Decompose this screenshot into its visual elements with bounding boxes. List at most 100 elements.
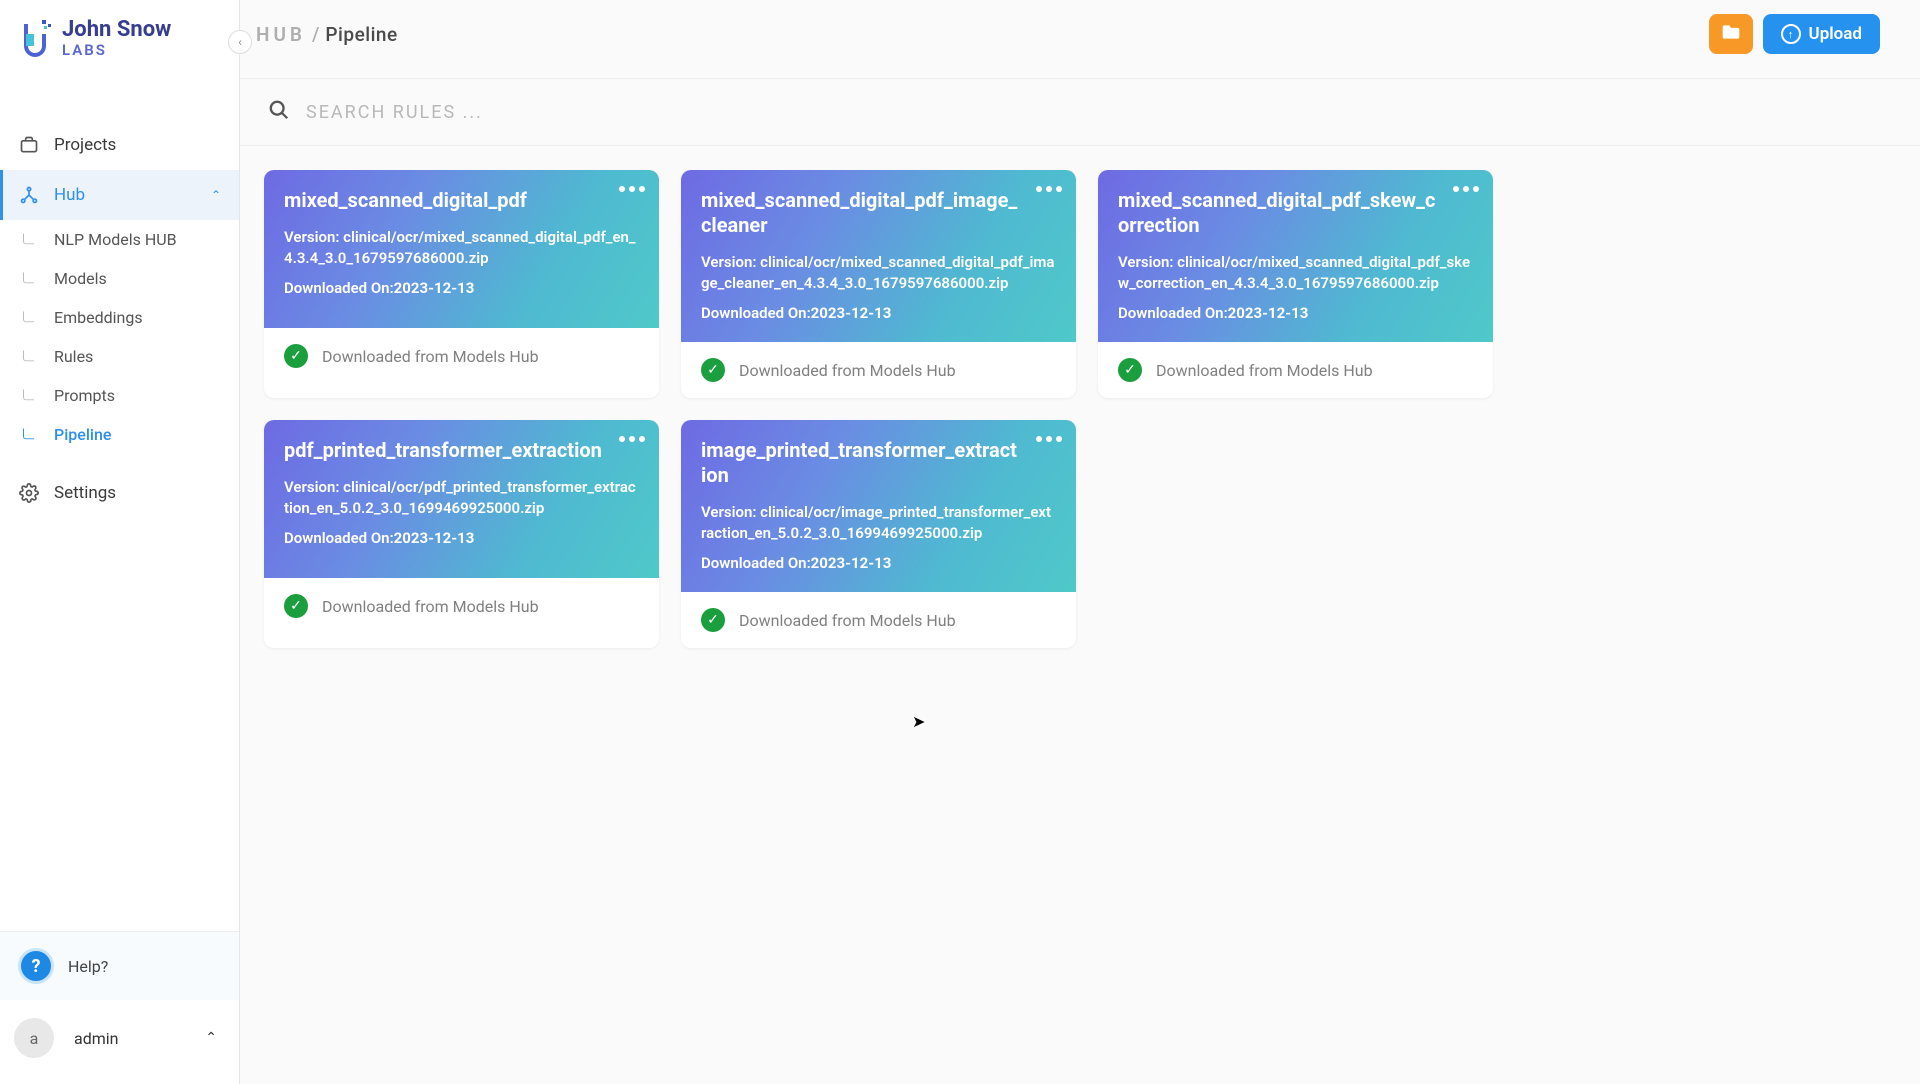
- card-downloaded-on: Downloaded On:2023-12-13: [1118, 304, 1473, 322]
- card-menu-button[interactable]: [1036, 436, 1062, 442]
- network-icon: [18, 184, 40, 206]
- help-label: Help?: [68, 957, 108, 976]
- card-status: Downloaded from Models Hub: [322, 347, 539, 366]
- card-version: Version: clinical/ocr/mixed_scanned_digi…: [701, 252, 1056, 294]
- card-version: Version: clinical/ocr/mixed_scanned_digi…: [1118, 252, 1473, 294]
- sidebar: John Snow LABS Projects Hub ⌃ NLP Models…: [0, 0, 240, 1084]
- sidebar-item-pipeline[interactable]: Pipeline: [24, 415, 239, 454]
- card-footer: ✓ Downloaded from Models Hub: [1098, 342, 1493, 398]
- user-menu[interactable]: a admin ⌃: [0, 1000, 239, 1084]
- card-status: Downloaded from Models Hub: [739, 611, 956, 630]
- search-icon: [268, 99, 290, 125]
- pipeline-card[interactable]: mixed_scanned_digital_pdf Version: clini…: [264, 170, 659, 398]
- top-actions: ↑ Upload: [1709, 14, 1880, 54]
- upload-icon: ↑: [1781, 24, 1801, 44]
- folder-button[interactable]: [1709, 14, 1753, 54]
- main: HUB / Pipeline ↑ Upload mixed_scanned_di…: [240, 0, 1920, 1084]
- brand-icon: [18, 18, 52, 60]
- sidebar-item-prompts[interactable]: Prompts: [24, 376, 239, 415]
- sidebar-item-nlp-models-hub[interactable]: NLP Models HUB: [24, 220, 239, 259]
- card-footer: ✓ Downloaded from Models Hub: [681, 342, 1076, 398]
- card-version: Version: clinical/ocr/image_printed_tran…: [701, 502, 1056, 544]
- card-downloaded-on: Downloaded On:2023-12-13: [284, 529, 639, 547]
- card-status: Downloaded from Models Hub: [322, 597, 539, 616]
- collapse-sidebar-button[interactable]: ‹: [228, 30, 252, 54]
- chevron-up-icon: ⌃: [211, 188, 221, 202]
- avatar: a: [14, 1018, 54, 1058]
- card-version: Version: clinical/ocr/mixed_scanned_digi…: [284, 227, 639, 269]
- card-status: Downloaded from Models Hub: [1156, 361, 1373, 380]
- card-menu-button[interactable]: [1453, 186, 1479, 192]
- card-title: mixed_scanned_digital_pdf: [284, 188, 639, 213]
- nav-list: Projects Hub ⌃: [0, 80, 239, 220]
- card-title: pdf_printed_transformer_extraction: [284, 438, 639, 463]
- gear-icon: [18, 482, 40, 504]
- check-icon: ✓: [701, 608, 725, 632]
- folder-icon: [1721, 23, 1741, 45]
- pipeline-card[interactable]: image_printed_transformer_extraction Ver…: [681, 420, 1076, 648]
- card-menu-button[interactable]: [1036, 186, 1062, 192]
- hub-subnav: NLP Models HUB Models Embeddings Rules P…: [0, 220, 239, 454]
- sidebar-item-label: Settings: [54, 483, 116, 503]
- chevron-up-icon: ⌃: [205, 1030, 217, 1046]
- upload-button[interactable]: ↑ Upload: [1763, 14, 1880, 54]
- card-downloaded-on: Downloaded On:2023-12-13: [284, 279, 639, 297]
- sidebar-item-models[interactable]: Models: [24, 259, 239, 298]
- sidebar-item-label: Rules: [54, 347, 93, 366]
- check-icon: ✓: [284, 594, 308, 618]
- card-downloaded-on: Downloaded On:2023-12-13: [701, 554, 1056, 572]
- sidebar-item-label: Models: [54, 269, 107, 288]
- topbar: HUB / Pipeline ↑ Upload: [240, 0, 1920, 68]
- card-footer: ✓ Downloaded from Models Hub: [681, 592, 1076, 648]
- check-icon: ✓: [701, 358, 725, 382]
- pipeline-card[interactable]: pdf_printed_transformer_extraction Versi…: [264, 420, 659, 648]
- search-input[interactable]: [306, 102, 806, 123]
- breadcrumb: HUB / Pipeline: [256, 23, 398, 46]
- sidebar-item-label: Projects: [54, 135, 116, 155]
- sidebar-bottom: ? Help? a admin ⌃: [0, 931, 239, 1084]
- sidebar-item-projects[interactable]: Projects: [0, 120, 239, 170]
- logo[interactable]: John Snow LABS: [0, 0, 239, 80]
- card-menu-button[interactable]: [619, 186, 645, 192]
- user-name: admin: [74, 1029, 118, 1048]
- sidebar-item-label: NLP Models HUB: [54, 230, 177, 249]
- sidebar-item-rules[interactable]: Rules: [24, 337, 239, 376]
- sidebar-item-label: Embeddings: [54, 308, 143, 327]
- card-header: mixed_scanned_digital_pdf_skew_correctio…: [1098, 170, 1493, 342]
- pipeline-card[interactable]: mixed_scanned_digital_pdf_skew_correctio…: [1098, 170, 1493, 398]
- card-title: mixed_scanned_digital_pdf_skew_correctio…: [1118, 188, 1473, 238]
- sidebar-item-label: Hub: [54, 185, 85, 205]
- card-title: image_printed_transformer_extraction: [701, 438, 1056, 488]
- pipeline-cards-grid: mixed_scanned_digital_pdf Version: clini…: [240, 146, 1920, 672]
- chevron-left-icon: ‹: [238, 35, 242, 49]
- sidebar-item-embeddings[interactable]: Embeddings: [24, 298, 239, 337]
- help-button[interactable]: ? Help?: [0, 931, 239, 1000]
- breadcrumb-current: Pipeline: [325, 23, 397, 46]
- card-menu-button[interactable]: [619, 436, 645, 442]
- searchbar: [240, 78, 1920, 146]
- card-title: mixed_scanned_digital_pdf_image_cleaner: [701, 188, 1056, 238]
- brand-subtitle: LABS: [62, 41, 171, 59]
- check-icon: ✓: [1118, 358, 1142, 382]
- card-header: image_printed_transformer_extraction Ver…: [681, 420, 1076, 592]
- card-header: pdf_printed_transformer_extraction Versi…: [264, 420, 659, 578]
- breadcrumb-separator: /: [312, 23, 319, 46]
- check-icon: ✓: [284, 344, 308, 368]
- help-icon: ?: [18, 948, 54, 984]
- sidebar-item-hub[interactable]: Hub ⌃: [0, 170, 239, 220]
- card-status: Downloaded from Models Hub: [739, 361, 956, 380]
- card-footer: ✓ Downloaded from Models Hub: [264, 578, 659, 634]
- card-header: mixed_scanned_digital_pdf Version: clini…: [264, 170, 659, 328]
- card-version: Version: clinical/ocr/pdf_printed_transf…: [284, 477, 639, 519]
- card-footer: ✓ Downloaded from Models Hub: [264, 328, 659, 384]
- breadcrumb-parent[interactable]: HUB: [256, 23, 306, 46]
- card-downloaded-on: Downloaded On:2023-12-13: [701, 304, 1056, 322]
- sidebar-item-label: Pipeline: [54, 425, 111, 444]
- pipeline-card[interactable]: mixed_scanned_digital_pdf_image_cleaner …: [681, 170, 1076, 398]
- brand-title: John Snow: [62, 19, 171, 41]
- sidebar-item-label: Prompts: [54, 386, 115, 405]
- briefcase-icon: [18, 134, 40, 156]
- sidebar-item-settings[interactable]: Settings: [0, 468, 239, 518]
- nav-list-lower: Settings: [0, 454, 239, 518]
- card-header: mixed_scanned_digital_pdf_image_cleaner …: [681, 170, 1076, 342]
